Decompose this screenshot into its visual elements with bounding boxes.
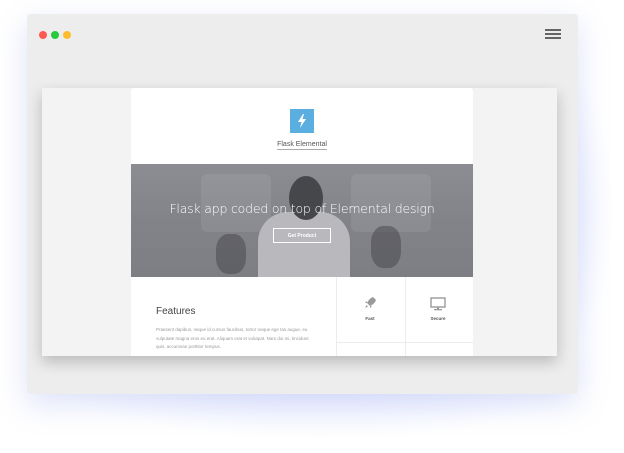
brand-name[interactable]: Flask Elemental bbox=[131, 141, 473, 150]
hero-section: Flask app coded on top of Elemental desi… bbox=[131, 164, 473, 277]
feature-label-fast: Fast bbox=[365, 316, 375, 321]
menu-line bbox=[545, 29, 561, 31]
close-window-button[interactable] bbox=[39, 31, 47, 39]
maximize-window-button[interactable] bbox=[63, 31, 71, 39]
features-description: Praesent dapibus, neque id cursus faucib… bbox=[156, 327, 309, 349]
hero-title: Flask app coded on top of Elemental desi… bbox=[169, 201, 435, 216]
hamburger-menu-icon[interactable] bbox=[545, 28, 561, 40]
brand-link[interactable]: Flask Elemental bbox=[277, 141, 327, 150]
get-product-button[interactable]: Get Product bbox=[273, 228, 331, 243]
menu-line bbox=[545, 33, 561, 35]
feature-label-secure: Secure bbox=[430, 316, 446, 321]
grid-divider bbox=[405, 277, 406, 356]
lightning-bolt-icon[interactable] bbox=[290, 109, 314, 133]
monitor-icon bbox=[430, 296, 446, 312]
menu-line bbox=[545, 37, 561, 39]
grid-divider bbox=[336, 277, 337, 356]
minimize-window-button[interactable] bbox=[51, 31, 59, 39]
page-container: Flask Elemental Flask app coded on top o… bbox=[131, 88, 473, 356]
rocket-icon bbox=[362, 295, 378, 311]
website-preview: Flask Elemental Flask app coded on top o… bbox=[42, 88, 557, 356]
hero-overlay bbox=[131, 164, 473, 277]
features-heading: Features bbox=[156, 306, 196, 317]
grid-divider bbox=[336, 342, 473, 343]
